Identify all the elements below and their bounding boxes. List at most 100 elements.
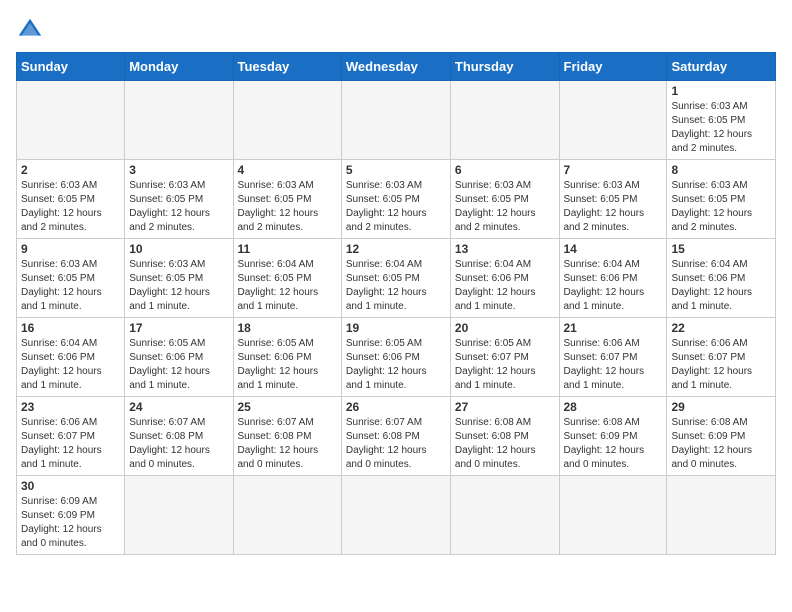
weekday-header: Tuesday bbox=[233, 53, 341, 81]
day-number: 18 bbox=[238, 321, 337, 335]
day-number: 9 bbox=[21, 242, 120, 256]
day-number: 2 bbox=[21, 163, 120, 177]
day-number: 27 bbox=[455, 400, 555, 414]
day-info: Sunrise: 6:04 AM Sunset: 6:06 PM Dayligh… bbox=[671, 258, 771, 314]
calendar-day-cell: 22 Sunrise: 6:06 AM Sunset: 6:07 PM Dayli… bbox=[667, 318, 776, 397]
day-number: 28 bbox=[564, 400, 663, 414]
calendar-day-cell: 16 Sunrise: 6:04 AM Sunset: 6:06 PM Dayli… bbox=[17, 318, 125, 397]
day-info: Sunrise: 6:09 AM Sunset: 6:09 PM Dayligh… bbox=[21, 495, 120, 551]
weekday-header: Wednesday bbox=[341, 53, 450, 81]
calendar-day-cell: 28 Sunrise: 6:08 AM Sunset: 6:09 PM Dayli… bbox=[559, 397, 667, 476]
calendar-day-cell: 18 Sunrise: 6:05 AM Sunset: 6:06 PM Dayli… bbox=[233, 318, 341, 397]
day-info: Sunrise: 6:03 AM Sunset: 6:05 PM Dayligh… bbox=[129, 258, 228, 314]
day-number: 7 bbox=[564, 163, 663, 177]
day-info: Sunrise: 6:03 AM Sunset: 6:05 PM Dayligh… bbox=[455, 179, 555, 235]
day-number: 20 bbox=[455, 321, 555, 335]
calendar-day-cell: 23 Sunrise: 6:06 AM Sunset: 6:07 PM Dayli… bbox=[17, 397, 125, 476]
day-info: Sunrise: 6:07 AM Sunset: 6:08 PM Dayligh… bbox=[238, 416, 337, 472]
calendar-day-cell: 12Sunrise: 6:04 AM Sunset: 6:05 PM Dayli… bbox=[341, 239, 450, 318]
day-info: Sunrise: 6:04 AM Sunset: 6:05 PM Dayligh… bbox=[346, 258, 446, 314]
calendar-day-cell: 29 Sunrise: 6:08 AM Sunset: 6:09 PM Dayli… bbox=[667, 397, 776, 476]
day-number: 23 bbox=[21, 400, 120, 414]
day-number: 19 bbox=[346, 321, 446, 335]
weekday-header: Friday bbox=[559, 53, 667, 81]
logo bbox=[16, 16, 48, 44]
calendar-week-row: 16 Sunrise: 6:04 AM Sunset: 6:06 PM Dayli… bbox=[17, 318, 776, 397]
day-info: Sunrise: 6:04 AM Sunset: 6:06 PM Dayligh… bbox=[21, 337, 120, 393]
calendar-day-cell bbox=[341, 476, 450, 555]
calendar-day-cell: 15 Sunrise: 6:04 AM Sunset: 6:06 PM Dayli… bbox=[667, 239, 776, 318]
calendar-week-row: 1 Sunrise: 6:03 AM Sunset: 6:05 PM Daylig… bbox=[17, 81, 776, 160]
calendar-day-cell bbox=[559, 81, 667, 160]
page-header bbox=[16, 16, 776, 44]
day-info: Sunrise: 6:03 AM Sunset: 6:05 PM Dayligh… bbox=[21, 179, 120, 235]
calendar-day-cell: 4Sunrise: 6:03 AM Sunset: 6:05 PM Daylig… bbox=[233, 160, 341, 239]
calendar-day-cell: 6 Sunrise: 6:03 AM Sunset: 6:05 PM Daylig… bbox=[450, 160, 559, 239]
calendar-day-cell bbox=[450, 81, 559, 160]
calendar-day-cell bbox=[125, 81, 233, 160]
day-info: Sunrise: 6:08 AM Sunset: 6:09 PM Dayligh… bbox=[671, 416, 771, 472]
day-info: Sunrise: 6:03 AM Sunset: 6:05 PM Dayligh… bbox=[671, 179, 771, 235]
day-number: 22 bbox=[671, 321, 771, 335]
calendar-day-cell: 30 Sunrise: 6:09 AM Sunset: 6:09 PM Dayli… bbox=[17, 476, 125, 555]
calendar-day-cell: 19 Sunrise: 6:05 AM Sunset: 6:06 PM Dayli… bbox=[341, 318, 450, 397]
day-number: 3 bbox=[129, 163, 228, 177]
day-info: Sunrise: 6:06 AM Sunset: 6:07 PM Dayligh… bbox=[671, 337, 771, 393]
calendar-day-cell bbox=[17, 81, 125, 160]
day-number: 11 bbox=[238, 242, 337, 256]
calendar-week-row: 30 Sunrise: 6:09 AM Sunset: 6:09 PM Dayli… bbox=[17, 476, 776, 555]
day-info: Sunrise: 6:03 AM Sunset: 6:05 PM Dayligh… bbox=[129, 179, 228, 235]
weekday-header: Thursday bbox=[450, 53, 559, 81]
day-number: 25 bbox=[238, 400, 337, 414]
calendar-day-cell: 1 Sunrise: 6:03 AM Sunset: 6:05 PM Daylig… bbox=[667, 81, 776, 160]
day-number: 8 bbox=[671, 163, 771, 177]
day-info: Sunrise: 6:03 AM Sunset: 6:05 PM Dayligh… bbox=[346, 179, 446, 235]
day-number: 17 bbox=[129, 321, 228, 335]
day-info: Sunrise: 6:04 AM Sunset: 6:06 PM Dayligh… bbox=[455, 258, 555, 314]
day-number: 13 bbox=[455, 242, 555, 256]
calendar-day-cell: 27 Sunrise: 6:08 AM Sunset: 6:08 PM Dayli… bbox=[450, 397, 559, 476]
calendar-week-row: 23 Sunrise: 6:06 AM Sunset: 6:07 PM Dayli… bbox=[17, 397, 776, 476]
day-number: 21 bbox=[564, 321, 663, 335]
day-number: 1 bbox=[671, 84, 771, 98]
day-number: 29 bbox=[671, 400, 771, 414]
day-info: Sunrise: 6:05 AM Sunset: 6:07 PM Dayligh… bbox=[455, 337, 555, 393]
day-info: Sunrise: 6:07 AM Sunset: 6:08 PM Dayligh… bbox=[346, 416, 446, 472]
day-info: Sunrise: 6:03 AM Sunset: 6:05 PM Dayligh… bbox=[21, 258, 120, 314]
calendar-day-cell: 26Sunrise: 6:07 AM Sunset: 6:08 PM Dayli… bbox=[341, 397, 450, 476]
day-number: 16 bbox=[21, 321, 120, 335]
day-number: 4 bbox=[238, 163, 337, 177]
calendar-day-cell: 13 Sunrise: 6:04 AM Sunset: 6:06 PM Dayli… bbox=[450, 239, 559, 318]
day-number: 30 bbox=[21, 479, 120, 493]
day-info: Sunrise: 6:06 AM Sunset: 6:07 PM Dayligh… bbox=[21, 416, 120, 472]
day-info: Sunrise: 6:05 AM Sunset: 6:06 PM Dayligh… bbox=[238, 337, 337, 393]
calendar-day-cell bbox=[559, 476, 667, 555]
calendar-table: SundayMondayTuesdayWednesdayThursdayFrid… bbox=[16, 52, 776, 555]
calendar-day-cell: 8 Sunrise: 6:03 AM Sunset: 6:05 PM Daylig… bbox=[667, 160, 776, 239]
calendar-day-cell: 25 Sunrise: 6:07 AM Sunset: 6:08 PM Dayli… bbox=[233, 397, 341, 476]
calendar-day-cell bbox=[341, 81, 450, 160]
day-number: 5 bbox=[346, 163, 446, 177]
calendar-week-row: 2 Sunrise: 6:03 AM Sunset: 6:05 PM Daylig… bbox=[17, 160, 776, 239]
day-number: 14 bbox=[564, 242, 663, 256]
day-info: Sunrise: 6:03 AM Sunset: 6:05 PM Dayligh… bbox=[671, 100, 771, 156]
day-info: Sunrise: 6:04 AM Sunset: 6:05 PM Dayligh… bbox=[238, 258, 337, 314]
calendar-day-cell: 11 Sunrise: 6:04 AM Sunset: 6:05 PM Dayli… bbox=[233, 239, 341, 318]
day-info: Sunrise: 6:05 AM Sunset: 6:06 PM Dayligh… bbox=[129, 337, 228, 393]
calendar-day-cell bbox=[125, 476, 233, 555]
weekday-header: Saturday bbox=[667, 53, 776, 81]
calendar-day-cell: 7Sunrise: 6:03 AM Sunset: 6:05 PM Daylig… bbox=[559, 160, 667, 239]
day-info: Sunrise: 6:08 AM Sunset: 6:08 PM Dayligh… bbox=[455, 416, 555, 472]
calendar-day-cell: 14Sunrise: 6:04 AM Sunset: 6:06 PM Dayli… bbox=[559, 239, 667, 318]
calendar-day-cell: 5 Sunrise: 6:03 AM Sunset: 6:05 PM Daylig… bbox=[341, 160, 450, 239]
calendar-day-cell bbox=[667, 476, 776, 555]
calendar-day-cell: 17 Sunrise: 6:05 AM Sunset: 6:06 PM Dayli… bbox=[125, 318, 233, 397]
weekday-header: Monday bbox=[125, 53, 233, 81]
day-number: 24 bbox=[129, 400, 228, 414]
day-number: 15 bbox=[671, 242, 771, 256]
day-info: Sunrise: 6:05 AM Sunset: 6:06 PM Dayligh… bbox=[346, 337, 446, 393]
day-number: 6 bbox=[455, 163, 555, 177]
day-info: Sunrise: 6:06 AM Sunset: 6:07 PM Dayligh… bbox=[564, 337, 663, 393]
day-info: Sunrise: 6:08 AM Sunset: 6:09 PM Dayligh… bbox=[564, 416, 663, 472]
calendar-day-cell: 21 Sunrise: 6:06 AM Sunset: 6:07 PM Dayli… bbox=[559, 318, 667, 397]
